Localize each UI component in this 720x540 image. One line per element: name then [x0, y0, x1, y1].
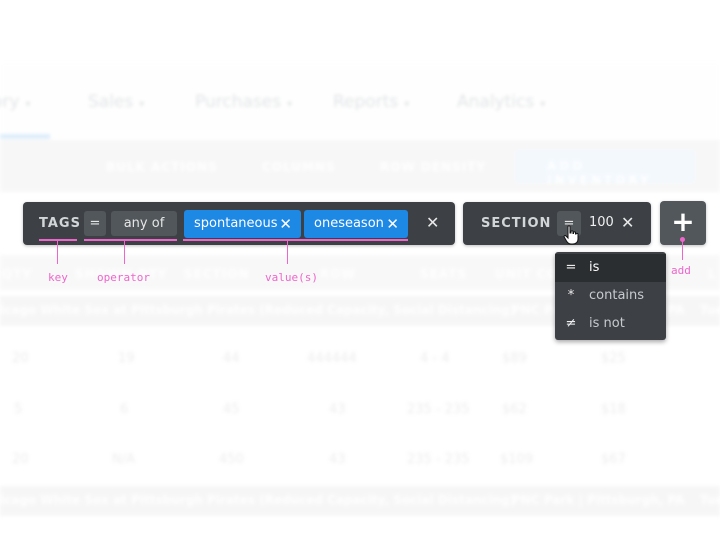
- key-connector: [57, 241, 58, 264]
- col-unit-cost[interactable]: UNIT CO: [495, 267, 558, 281]
- filter-key[interactable]: SECTION: [481, 216, 551, 231]
- value-label: spontaneous: [194, 216, 278, 231]
- plus-icon: +: [671, 205, 695, 238]
- bulk-actions-button[interactable]: BULK ACTIONS: [106, 160, 218, 174]
- operator-select[interactable]: any of: [111, 211, 177, 236]
- remove-filter-icon[interactable]: ✕: [621, 213, 634, 232]
- remove-value-icon[interactable]: ✕: [279, 210, 292, 238]
- filter-key[interactable]: TAGS: [39, 216, 81, 231]
- col-seats[interactable]: SEATS: [420, 267, 467, 281]
- nav-purchases[interactable]: Purchases ▾: [195, 92, 292, 112]
- equals-icon: =: [565, 260, 577, 275]
- value-chip: spontaneous ✕: [184, 210, 301, 238]
- stage: ory▾ Sales▾ Purchases▾ Reports▾ Analytic…: [0, 0, 720, 540]
- remove-filter-icon[interactable]: ✕: [426, 213, 439, 232]
- value-chip: oneseason ✕: [304, 210, 408, 238]
- table-row[interactable]: 20 N/A 450 43 235 - 235 $109 $67: [0, 434, 720, 486]
- operator-option-is-not[interactable]: ≠ is not: [555, 310, 666, 338]
- filter-value[interactable]: 100: [589, 215, 614, 230]
- nav-reports[interactable]: Reports ▾: [333, 92, 409, 112]
- col-row[interactable]: ROW: [320, 267, 356, 281]
- table-row[interactable]: 20 19 44 444444 4 - 4 $89 $25: [0, 333, 720, 385]
- nav-inventory[interactable]: ory▾: [0, 92, 30, 112]
- table-row[interactable]: 5 6 45 43 235 - 235 $62 $18: [0, 384, 720, 436]
- value-label: oneseason: [314, 216, 384, 231]
- key-underline: [39, 239, 77, 241]
- section-filter: SECTION = 100 ✕: [463, 202, 651, 245]
- operator-option-contains[interactable]: * contains: [555, 282, 666, 310]
- row-density-button[interactable]: ROW DENSITY: [380, 160, 486, 174]
- operator-option-is[interactable]: = is: [555, 254, 666, 282]
- key-annotation: key: [48, 271, 68, 284]
- columns-button[interactable]: COLUMNS: [262, 160, 336, 174]
- nav-sales[interactable]: Sales ▾: [88, 92, 144, 112]
- top-nav: ory▾ Sales▾ Purchases▾ Reports▾ Analytic…: [0, 62, 720, 140]
- option-label: contains: [589, 288, 645, 303]
- option-label: is not: [589, 316, 625, 331]
- operator-annotation: operator: [97, 271, 150, 284]
- col-qty[interactable]: QTY: [2, 267, 32, 281]
- values-annotation: value(s): [265, 271, 318, 284]
- values-underline: [183, 239, 408, 241]
- not-equal-icon: ≠: [565, 316, 577, 331]
- add-inventory-button[interactable]: ADD INVENTORY: [515, 150, 695, 187]
- active-tab-indicator: [0, 134, 50, 139]
- operator-connector: [124, 241, 125, 264]
- operator-menu: = is * contains ≠ is not: [555, 252, 666, 340]
- add-connector: [682, 240, 683, 260]
- hand-pointer-icon: [563, 225, 579, 245]
- option-label: is: [589, 260, 600, 275]
- col-section[interactable]: SECTION: [184, 267, 250, 281]
- nav-analytics[interactable]: Analytics ▾: [457, 92, 545, 112]
- operator-underline: [84, 239, 177, 241]
- col-l[interactable]: L: [708, 267, 717, 281]
- toolbar: BULK ACTIONS COLUMNS ROW DENSITY ADD INV…: [0, 140, 720, 192]
- values-connector: [287, 241, 288, 264]
- remove-value-icon[interactable]: ✕: [386, 210, 399, 238]
- asterisk-icon: *: [567, 288, 575, 303]
- add-annotation: add: [671, 264, 691, 277]
- operator-symbol-button[interactable]: =: [84, 211, 106, 236]
- event-group-header: icago White Sox at Pittsburgh Pirates (R…: [0, 486, 720, 516]
